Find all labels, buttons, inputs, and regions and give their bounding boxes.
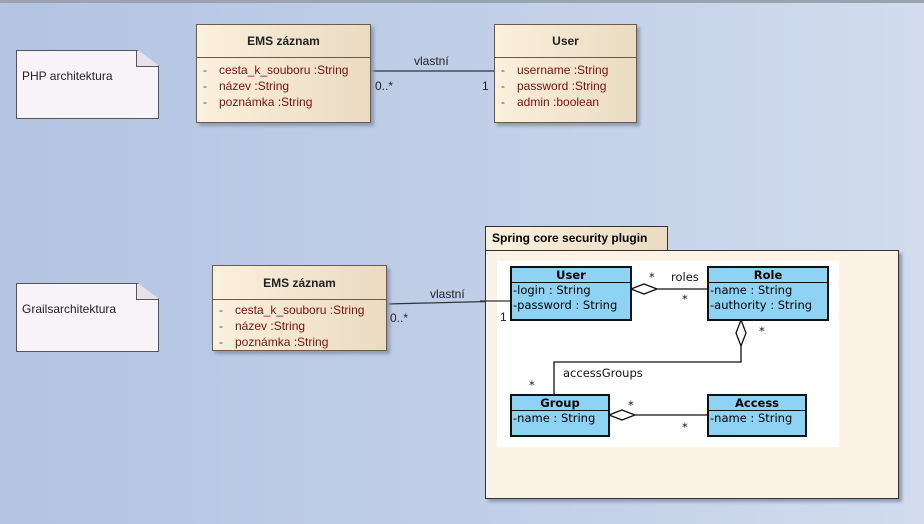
plugin-user-class[interactable]: User -login : String -password : String <box>510 266 632 321</box>
multiplicity-star: * <box>682 292 688 306</box>
plugin-role-class[interactable]: Role -name : String -authority : String <box>707 266 829 321</box>
multiplicity-star: * <box>649 270 655 284</box>
attribute: -name : String <box>710 283 793 297</box>
multiplicity-to: 1 <box>500 310 507 324</box>
attribute: -login : String <box>513 283 591 297</box>
multiplicity-star: * <box>759 324 765 338</box>
plugin-access-class[interactable]: Access -name : String <box>707 394 807 437</box>
attribute: -authority : String <box>710 298 813 312</box>
class-title: Role <box>709 268 827 283</box>
plugin-connectors <box>480 283 747 421</box>
multiplicity-star: * <box>529 378 535 392</box>
access-groups-label: accessGroups <box>563 366 643 380</box>
multiplicity-star: * <box>682 420 688 434</box>
aggregation-diamond-role <box>735 318 747 348</box>
multiplicity-star: * <box>628 398 634 412</box>
aggregation-diamond-user <box>629 283 659 295</box>
attribute: -password : String <box>513 298 618 312</box>
attribute: -name : String <box>710 411 793 425</box>
class-title: Group <box>512 396 608 411</box>
class-title: Access <box>709 396 805 411</box>
attribute: -name : String <box>513 411 596 425</box>
plugin-group-class[interactable]: Group -name : String <box>510 394 610 437</box>
roles-label: roles <box>671 270 699 284</box>
class-title: User <box>512 268 630 283</box>
